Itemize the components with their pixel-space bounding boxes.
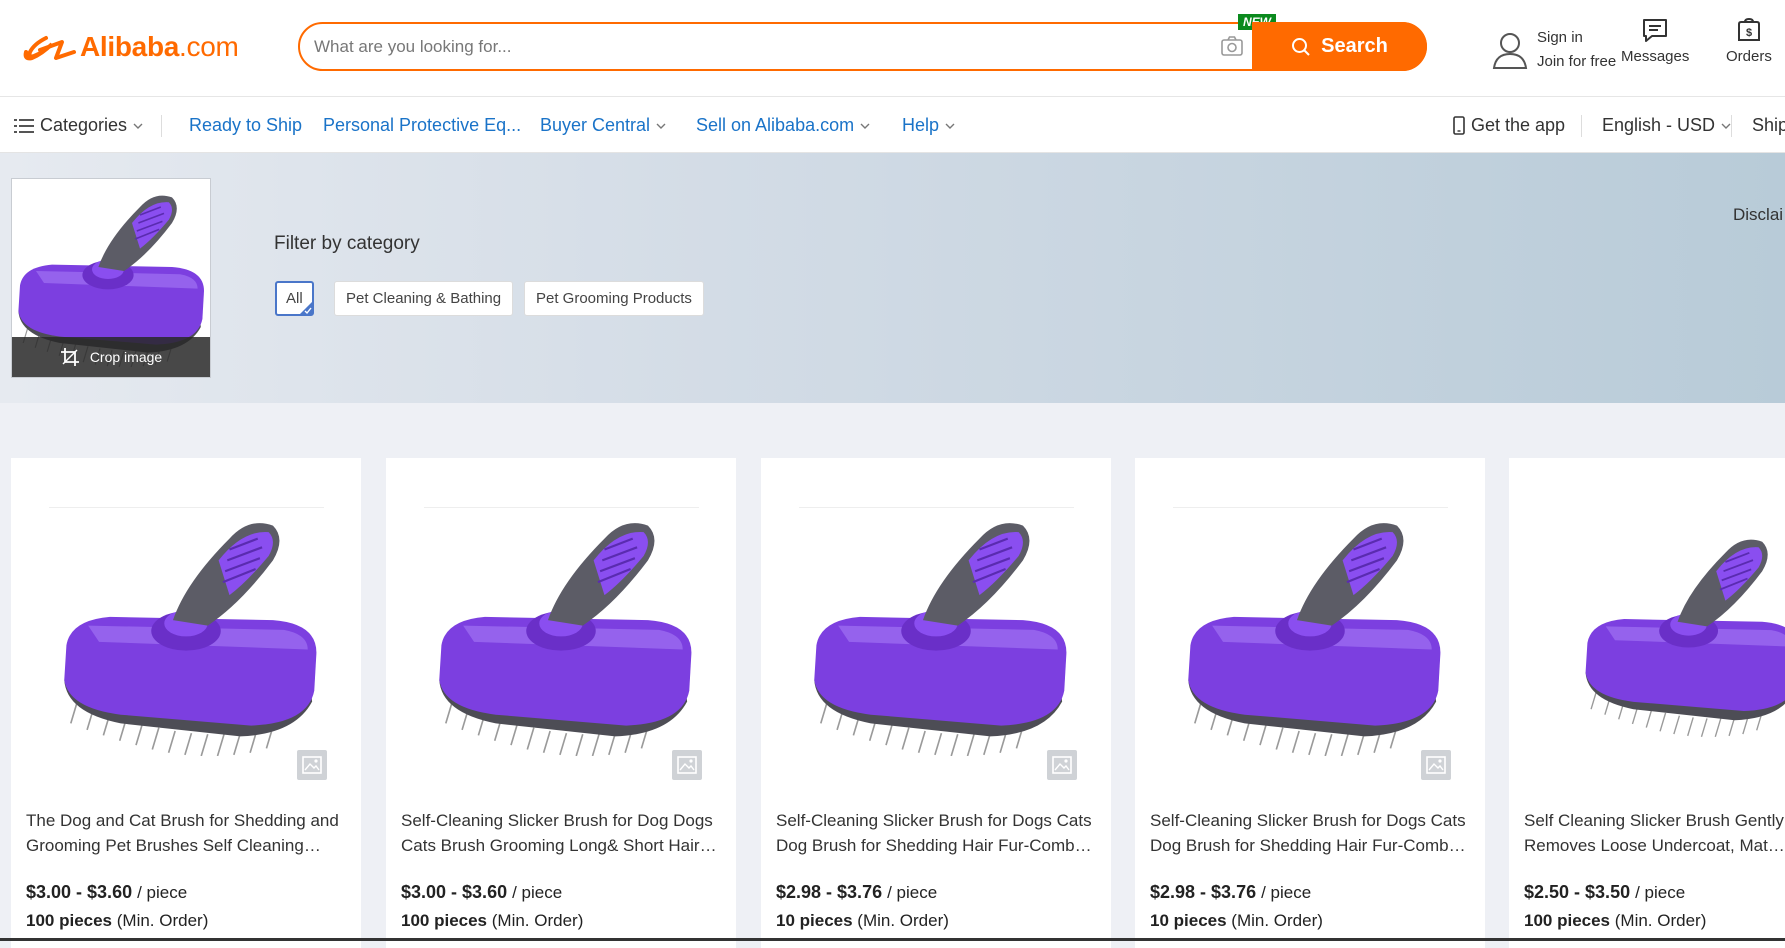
nav-ready-to-ship[interactable]: Ready to Ship <box>189 115 302 136</box>
product-image[interactable] <box>416 506 706 756</box>
sign-in-link[interactable]: Sign in <box>1537 26 1616 50</box>
orders-icon: $ <box>1737 18 1760 41</box>
categories-label: Categories <box>40 115 128 135</box>
crop-image-button[interactable]: Crop image <box>12 337 210 377</box>
product-price: $2.50 - $3.50 / piece <box>1524 882 1686 902</box>
chevron-down-icon <box>656 123 666 129</box>
orders-label: Orders <box>1726 48 1772 65</box>
categories-menu[interactable]: Categories <box>14 115 143 136</box>
nav-divider <box>1731 115 1732 137</box>
filter-chip-all[interactable]: All <box>275 281 314 316</box>
product-card[interactable]: Self-Cleaning Slicker Brush for Dogs Cat… <box>1135 458 1485 948</box>
message-icon <box>1643 19 1668 42</box>
image-search-icon[interactable] <box>672 750 702 780</box>
user-icon <box>1492 33 1528 69</box>
product-image[interactable] <box>791 506 1081 756</box>
nav-buyer-central[interactable]: Buyer Central <box>540 115 666 136</box>
search-input[interactable] <box>314 24 1214 69</box>
product-image[interactable] <box>1165 506 1455 756</box>
product-min-order: 100 pieces (Min. Order) <box>26 911 209 930</box>
filter-chip-pet-cleaning[interactable]: Pet Cleaning & Bathing <box>334 281 514 316</box>
ship-to-selector[interactable]: Ship <box>1752 115 1785 136</box>
product-image[interactable] <box>1569 506 1785 756</box>
uploaded-image-thumbnail[interactable]: Crop image <box>11 178 211 378</box>
chevron-down-icon <box>133 123 143 129</box>
logo-text: Alibaba.com <box>80 31 239 62</box>
crop-image-label: Crop image <box>89 349 163 365</box>
product-card[interactable]: The Dog and Cat Brush for Shedding and G… <box>11 458 361 948</box>
join-link[interactable]: Join for free <box>1537 50 1616 74</box>
nav-divider <box>1581 115 1582 137</box>
svg-text:$: $ <box>1746 27 1752 39</box>
product-min-order: 10 pieces (Min. Order) <box>776 911 949 930</box>
search-button[interactable]: Search <box>1252 22 1427 71</box>
image-search-icon[interactable] <box>297 750 327 780</box>
product-image[interactable] <box>41 506 331 756</box>
language-currency-selector[interactable]: English - USD <box>1602 115 1731 136</box>
crop-icon <box>60 348 79 366</box>
list-icon <box>14 118 34 133</box>
product-min-order: 100 pieces (Min. Order) <box>1524 911 1707 930</box>
product-title[interactable]: Self-Cleaning Slicker Brush for Dogs Cat… <box>1150 808 1472 858</box>
nav-help[interactable]: Help <box>902 115 955 136</box>
product-price: $2.98 - $3.76 / piece <box>1150 882 1312 902</box>
chevron-down-icon <box>860 123 870 129</box>
messages-button[interactable]: Messages <box>1621 18 1689 65</box>
phone-icon <box>1453 116 1465 135</box>
product-title[interactable]: The Dog and Cat Brush for Shedding and G… <box>26 808 348 858</box>
nav-personal-protective[interactable]: Personal Protective Eq... <box>323 115 521 136</box>
alibaba-logo-icon <box>23 36 76 61</box>
product-price: $3.00 - $3.60 / piece <box>26 882 188 902</box>
nav-sell-on-alibaba[interactable]: Sell on Alibaba.com <box>696 115 870 136</box>
product-title[interactable]: Self Cleaning Slicker Brush Gently Remov… <box>1524 808 1785 858</box>
product-card[interactable]: Self-Cleaning Slicker Brush for Dog Dogs… <box>386 458 736 948</box>
image-search-banner: Crop image Filter by category All Pet Cl… <box>0 153 1785 403</box>
product-price: $3.00 - $3.60 / piece <box>401 882 563 902</box>
chevron-down-icon <box>945 123 955 129</box>
product-card[interactable]: Self-Cleaning Slicker Brush for Dogs Cat… <box>761 458 1111 948</box>
sign-in-area[interactable]: Sign in Join for free <box>1491 26 1616 74</box>
checkmark-icon <box>298 301 313 315</box>
product-min-order: 10 pieces (Min. Order) <box>1150 911 1323 930</box>
filter-title: Filter by category <box>274 233 420 254</box>
product-card[interactable]: Self Cleaning Slicker Brush Gently Remov… <box>1509 458 1785 948</box>
product-min-order: 100 pieces (Min. Order) <box>401 911 584 930</box>
chevron-down-icon <box>1721 123 1731 129</box>
search-button-label: Search <box>1321 35 1388 57</box>
category-navbar: Categories Ready to Ship Personal Protec… <box>0 97 1785 153</box>
product-price: $2.98 - $3.76 / piece <box>776 882 938 902</box>
nav-divider <box>161 115 162 137</box>
orders-button[interactable]: $ Orders <box>1726 18 1772 65</box>
disclaimer-link[interactable]: Disclai <box>1733 205 1783 225</box>
search-icon <box>1292 37 1310 56</box>
product-title[interactable]: Self-Cleaning Slicker Brush for Dogs Cat… <box>776 808 1098 858</box>
alibaba-logo[interactable]: Alibaba.com <box>22 28 239 66</box>
product-title[interactable]: Self-Cleaning Slicker Brush for Dog Dogs… <box>401 808 723 858</box>
filter-chip-pet-grooming[interactable]: Pet Grooming Products <box>524 281 704 316</box>
messages-label: Messages <box>1621 48 1690 65</box>
top-header: Alibaba.com NEW Search Sign in Join for … <box>0 0 1785 97</box>
get-app-link[interactable]: Get the app <box>1453 115 1565 136</box>
camera-icon[interactable] <box>1220 35 1244 57</box>
image-search-icon[interactable] <box>1421 750 1451 780</box>
search-bar: NEW Search <box>298 14 1427 71</box>
image-search-icon[interactable] <box>1047 750 1077 780</box>
